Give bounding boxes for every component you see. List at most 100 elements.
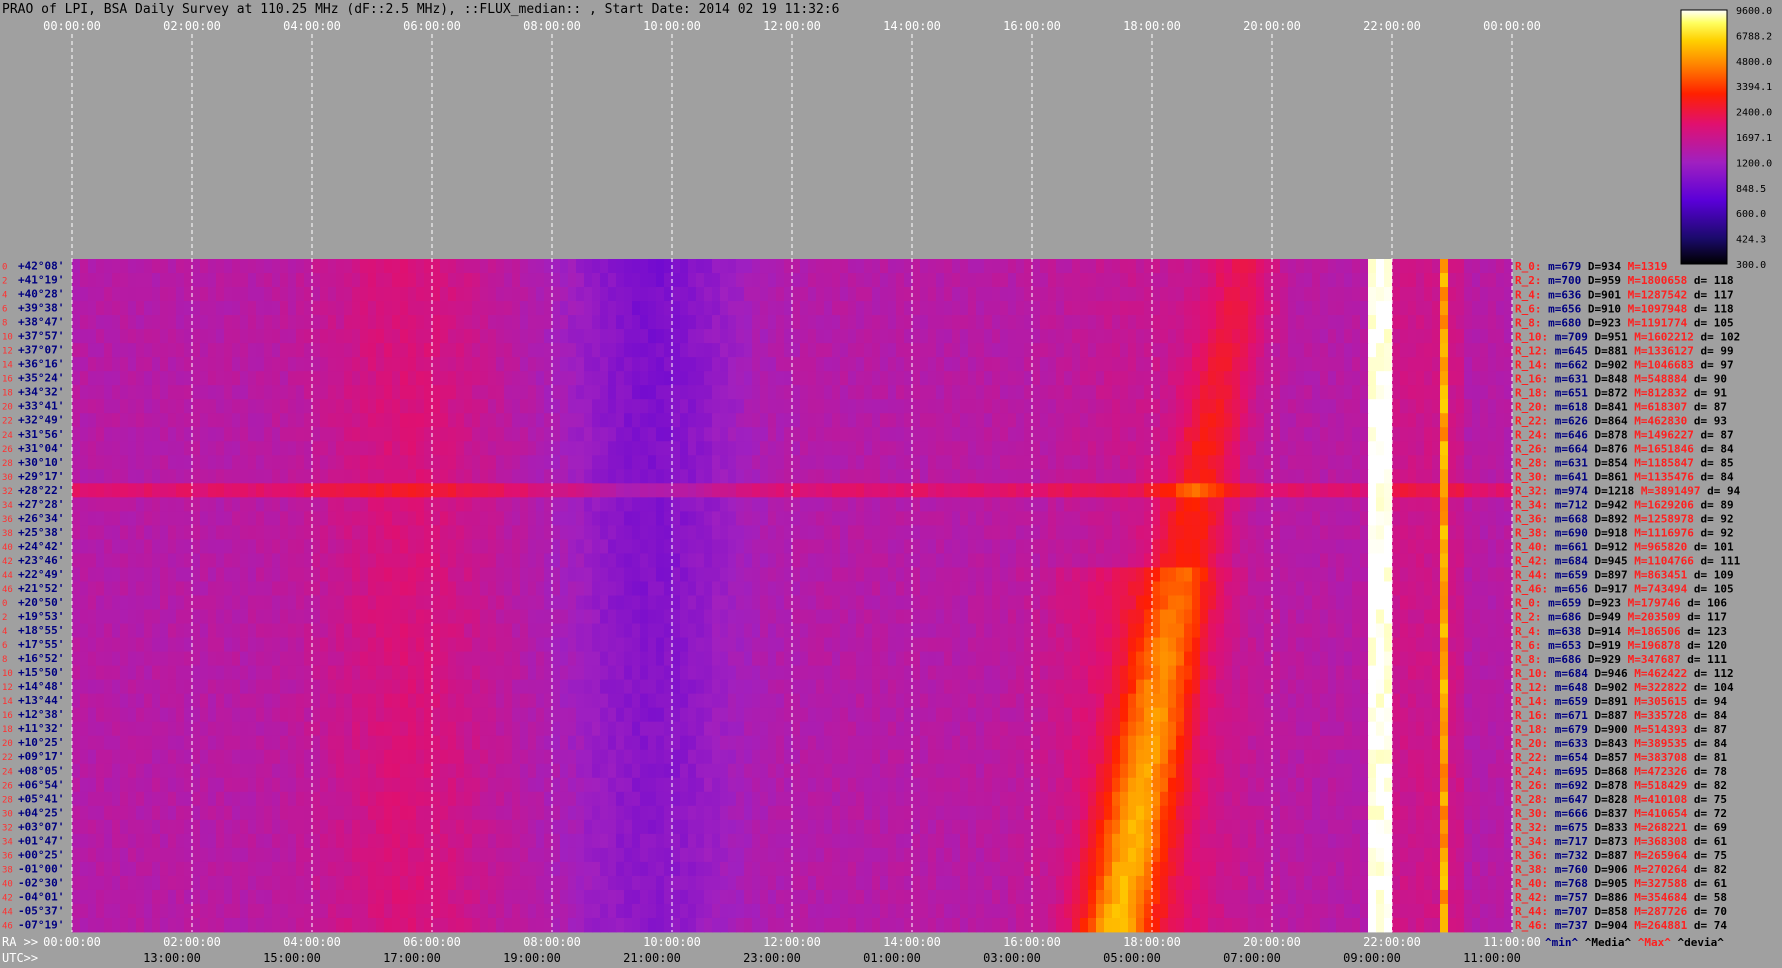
- heat-cell: [792, 441, 801, 456]
- heat-cell: [544, 609, 553, 624]
- heat-cell: [168, 623, 177, 638]
- heat-cell: [408, 287, 417, 302]
- heat-cell: [592, 483, 601, 498]
- heat-cell: [360, 287, 369, 302]
- heat-cell: [408, 595, 417, 610]
- heat-cell: [584, 301, 593, 316]
- heat-cell: [1184, 343, 1193, 358]
- heat-cell: [728, 413, 737, 428]
- heat-cell: [1440, 595, 1449, 610]
- heat-cell: [632, 497, 641, 512]
- heat-cell: [352, 581, 361, 596]
- heat-cell: [1240, 469, 1249, 484]
- heat-cell: [768, 329, 777, 344]
- heat-cell: [696, 399, 705, 414]
- heat-cell: [408, 511, 417, 526]
- heat-cell: [936, 469, 945, 484]
- heat-cell: [1088, 259, 1097, 274]
- heat-cell: [664, 469, 673, 484]
- heat-cell: [784, 259, 793, 274]
- heat-cell: [232, 567, 241, 582]
- heat-cell: [456, 427, 465, 442]
- heat-cell: [1480, 441, 1489, 456]
- heat-cell: [704, 525, 713, 540]
- heat-cell: [392, 581, 401, 596]
- heat-cell: [232, 385, 241, 400]
- heat-cell: [392, 637, 401, 652]
- heat-cell: [176, 357, 185, 372]
- heat-cell: [1384, 427, 1393, 442]
- heat-cell: [1416, 287, 1425, 302]
- heat-cell: [792, 567, 801, 582]
- heat-cell: [832, 511, 841, 526]
- heat-cell: [1328, 357, 1337, 372]
- heat-cell: [1176, 427, 1185, 442]
- heat-cell: [1320, 595, 1329, 610]
- heat-cell: [840, 357, 849, 372]
- heat-cell: [240, 469, 249, 484]
- heat-cell: [1400, 343, 1409, 358]
- heat-cell: [272, 609, 281, 624]
- heat-cell: [1032, 581, 1041, 596]
- heat-cell: [1048, 385, 1057, 400]
- heat-cell: [1184, 595, 1193, 610]
- heat-cell: [792, 273, 801, 288]
- heat-cell: [1168, 511, 1177, 526]
- heat-cell: [104, 483, 113, 498]
- heat-cell: [968, 609, 977, 624]
- heat-cell: [856, 483, 865, 498]
- heat-cell: [288, 637, 297, 652]
- heat-cell: [1152, 441, 1161, 456]
- heat-cell: [1000, 371, 1009, 386]
- heat-cell: [136, 511, 145, 526]
- heat-cell: [224, 343, 233, 358]
- heat-cell: [848, 497, 857, 512]
- heat-cell: [1408, 371, 1417, 386]
- heat-cell: [1272, 455, 1281, 470]
- heat-cell: [1448, 259, 1457, 274]
- heat-cell: [1112, 539, 1121, 554]
- heat-cell: [1168, 441, 1177, 456]
- heat-cell: [808, 399, 817, 414]
- heat-cell: [1248, 595, 1257, 610]
- heat-cell: [256, 511, 265, 526]
- heat-cell: [752, 609, 761, 624]
- heat-cell: [144, 287, 153, 302]
- heat-cell: [1360, 553, 1369, 568]
- heat-cell: [960, 315, 969, 330]
- heat-cell: [312, 483, 321, 498]
- heat-cell: [640, 427, 649, 442]
- heat-cell: [544, 371, 553, 386]
- heat-cell: [888, 623, 897, 638]
- heat-cell: [976, 343, 985, 358]
- heat-cell: [1280, 469, 1289, 484]
- heat-cell: [576, 637, 585, 652]
- heat-cell: [720, 637, 729, 652]
- heat-cell: [1416, 371, 1425, 386]
- heat-cell: [1064, 315, 1073, 330]
- heat-cell: [1368, 595, 1377, 610]
- heat-cell: [264, 273, 273, 288]
- heat-cell: [720, 455, 729, 470]
- heat-cell: [856, 511, 865, 526]
- heat-cell: [752, 581, 761, 596]
- heat-cell: [1072, 539, 1081, 554]
- heat-cell: [504, 623, 513, 638]
- heat-cell: [464, 497, 473, 512]
- heat-cell: [104, 259, 113, 274]
- heat-cell: [480, 287, 489, 302]
- heat-cell: [392, 539, 401, 554]
- heat-cell: [584, 427, 593, 442]
- heat-cell: [144, 595, 153, 610]
- heat-cell: [1080, 343, 1089, 358]
- heat-cell: [1216, 539, 1225, 554]
- heat-cell: [448, 609, 457, 624]
- heat-cell: [216, 581, 225, 596]
- heat-cell: [416, 441, 425, 456]
- heat-cell: [1184, 469, 1193, 484]
- heat-cell: [896, 357, 905, 372]
- heat-cell: [520, 329, 529, 344]
- heat-cell: [656, 637, 665, 652]
- heat-cell: [544, 525, 553, 540]
- heat-cell: [816, 315, 825, 330]
